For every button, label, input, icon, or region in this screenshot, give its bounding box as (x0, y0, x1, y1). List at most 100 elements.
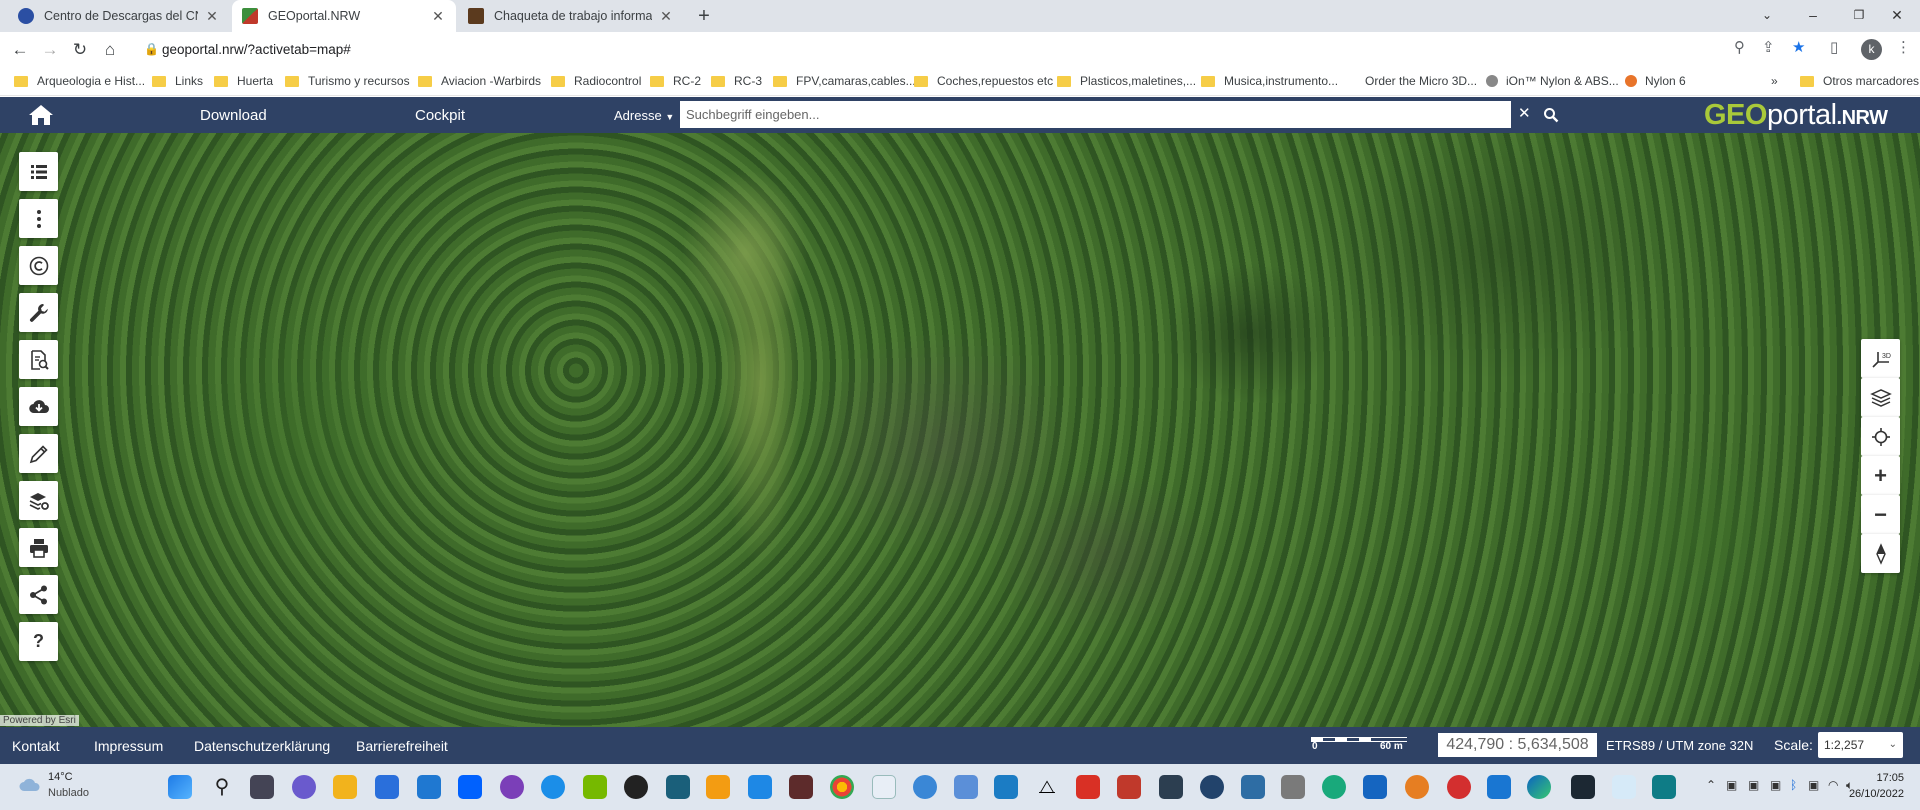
home-icon[interactable] (27, 103, 55, 127)
share-icon[interactable]: ⇪ (1762, 38, 1775, 56)
toggle-3d-button[interactable]: 3D (1861, 339, 1900, 378)
basemap-layers-button[interactable] (1861, 378, 1900, 417)
layer-list-button[interactable] (19, 152, 58, 191)
tray-app-icon[interactable]: ▣ (1808, 778, 1819, 792)
bookmark-folder[interactable]: Coches,repuestos etc (914, 74, 1053, 88)
back-arrow-icon[interactable]: ← (8, 38, 32, 62)
orange-app-icon[interactable] (1405, 775, 1429, 799)
weather-condition[interactable]: Nublado (48, 787, 89, 799)
nav-download[interactable]: Download (200, 107, 267, 124)
footer-impressum-link[interactable]: Impressum (94, 738, 163, 754)
footer-barrierefreiheit-link[interactable]: Barrierefreiheit (356, 738, 448, 754)
wifi-icon[interactable]: ◠ (1828, 778, 1838, 792)
file-explorer-icon[interactable] (333, 775, 357, 799)
tray-app-icon[interactable]: ▣ (1726, 778, 1737, 792)
bookmark-folder[interactable]: Huerta (214, 74, 273, 88)
browser-tab-geoportal[interactable]: GEOportal.NRW ✕ (232, 0, 456, 32)
clock-date[interactable]: 26/10/2022 (1846, 788, 1904, 800)
help-button[interactable]: ? (19, 622, 58, 661)
red-app-icon[interactable] (1447, 775, 1471, 799)
bookmark-folder[interactable]: Turismo y recursos (285, 74, 410, 88)
tools-button[interactable] (19, 293, 58, 332)
cloud-weather-icon[interactable] (18, 775, 42, 793)
green-app-icon[interactable] (1322, 775, 1346, 799)
vscode-icon[interactable] (1612, 775, 1636, 799)
search-scope-dropdown[interactable]: Adresse ▼ (614, 108, 674, 123)
bookmark-folder[interactable]: RC-3 (711, 74, 762, 88)
b-app-icon[interactable] (624, 775, 648, 799)
home-icon[interactable]: ⌂ (98, 38, 122, 62)
search-icon[interactable]: ⚲ (210, 775, 234, 799)
reload-icon[interactable]: ↻ (68, 38, 92, 62)
tray-chevron-up-icon[interactable]: ⌃ (1706, 778, 1716, 792)
media-app-icon[interactable] (706, 775, 730, 799)
mail-icon[interactable] (417, 775, 441, 799)
minimize-window-icon[interactable]: – (1790, 0, 1836, 32)
location-pin-icon[interactable]: ⚲ (1734, 38, 1745, 56)
new-tab-button[interactable]: + (692, 4, 716, 28)
share-button[interactable] (19, 575, 58, 614)
crs-label[interactable]: ETRS89 / UTM zone 32N (1606, 738, 1753, 753)
photos-icon[interactable] (1241, 775, 1265, 799)
bookmark-link[interactable]: iOn™ Nylon & ABS... (1486, 74, 1619, 88)
scale-select[interactable]: 1:2,257 ⌄ (1818, 732, 1903, 758)
weather-app-icon[interactable] (954, 775, 978, 799)
chat-icon[interactable] (292, 775, 316, 799)
download-button[interactable] (19, 387, 58, 426)
close-tab-icon[interactable]: ✕ (204, 8, 220, 25)
dropbox-icon[interactable] (458, 775, 482, 799)
network-app-icon[interactable] (1281, 775, 1305, 799)
compass-button[interactable] (1861, 534, 1900, 573)
footer-datenschutz-link[interactable]: Datenschutzerklärung (194, 738, 330, 754)
print-button[interactable] (19, 528, 58, 567)
music-app-icon[interactable] (872, 775, 896, 799)
menu-kebab-icon[interactable]: ⋮ (1896, 38, 1911, 56)
footer-kontakt-link[interactable]: Kontakt (12, 738, 59, 754)
task-view-icon[interactable] (250, 775, 274, 799)
bookmark-folder[interactable]: Arqueologia e Hist... (14, 74, 145, 88)
edge-icon[interactable] (1527, 775, 1551, 799)
settings-gear-icon[interactable] (1200, 775, 1224, 799)
close-tab-icon[interactable]: ✕ (658, 8, 674, 25)
help-app-icon[interactable] (541, 775, 565, 799)
address-url[interactable]: geoportal.nrw/?activetab=map# (162, 42, 351, 57)
address-bar[interactable]: 🔒 geoportal.nrw/?activetab=map# (134, 36, 1774, 64)
more-options-button[interactable] (19, 199, 58, 238)
close-tab-icon[interactable]: ✕ (430, 8, 446, 25)
notes-app-icon[interactable] (994, 775, 1018, 799)
bookmark-link[interactable]: Nylon 6 (1625, 74, 1686, 88)
clear-search-icon[interactable]: ✕ (1518, 104, 1531, 122)
bookmark-folder[interactable]: Musica,instrumento... (1201, 74, 1338, 88)
side-panel-icon[interactable]: ▯ (1830, 38, 1838, 56)
grid-app-icon[interactable] (666, 775, 690, 799)
tray-app-icon[interactable]: ▣ (1770, 778, 1781, 792)
bookmark-folder[interactable]: Links (152, 74, 203, 88)
draw-button[interactable] (19, 434, 58, 473)
other-bookmarks-folder[interactable]: Otros marcadores (1800, 74, 1919, 88)
microsoft-store-icon[interactable] (375, 775, 399, 799)
tray-app-icon[interactable]: ▣ (1748, 778, 1759, 792)
close-window-icon[interactable]: ✕ (1874, 0, 1920, 32)
text-app-icon[interactable] (1159, 775, 1183, 799)
locate-me-button[interactable] (1861, 417, 1900, 456)
copyright-button[interactable] (19, 246, 58, 285)
browser-tab-chaqueta[interactable]: Chaqueta de trabajo informal cá ✕ (458, 0, 684, 32)
bookmark-folder[interactable]: Plasticos,maletines,... (1057, 74, 1196, 88)
hex-app-icon[interactable] (1571, 775, 1595, 799)
search-input[interactable] (680, 101, 1511, 128)
windows-start-icon[interactable] (168, 775, 192, 799)
nav-cockpit[interactable]: Cockpit (415, 107, 465, 124)
bookmark-folder[interactable]: RC-2 (650, 74, 701, 88)
chrome-icon[interactable] (830, 775, 854, 799)
tab-search-chevron-down-icon[interactable]: ⌄ (1744, 0, 1790, 32)
profile-avatar[interactable]: k (1861, 39, 1882, 60)
nvidia-icon[interactable] (583, 775, 607, 799)
triangle-app-icon[interactable]: ⧍ (1035, 775, 1059, 799)
bookmark-folder[interactable]: FPV,camaras,cables... (773, 74, 916, 88)
search-app-icon[interactable] (1652, 775, 1676, 799)
layer-settings-button[interactable] (19, 481, 58, 520)
aerial-map[interactable]: ? 3D + − Powered by Esri (0, 133, 1920, 727)
autocad-icon[interactable] (1117, 775, 1141, 799)
power-automate-icon[interactable] (748, 775, 772, 799)
blue-app-icon[interactable] (1487, 775, 1511, 799)
